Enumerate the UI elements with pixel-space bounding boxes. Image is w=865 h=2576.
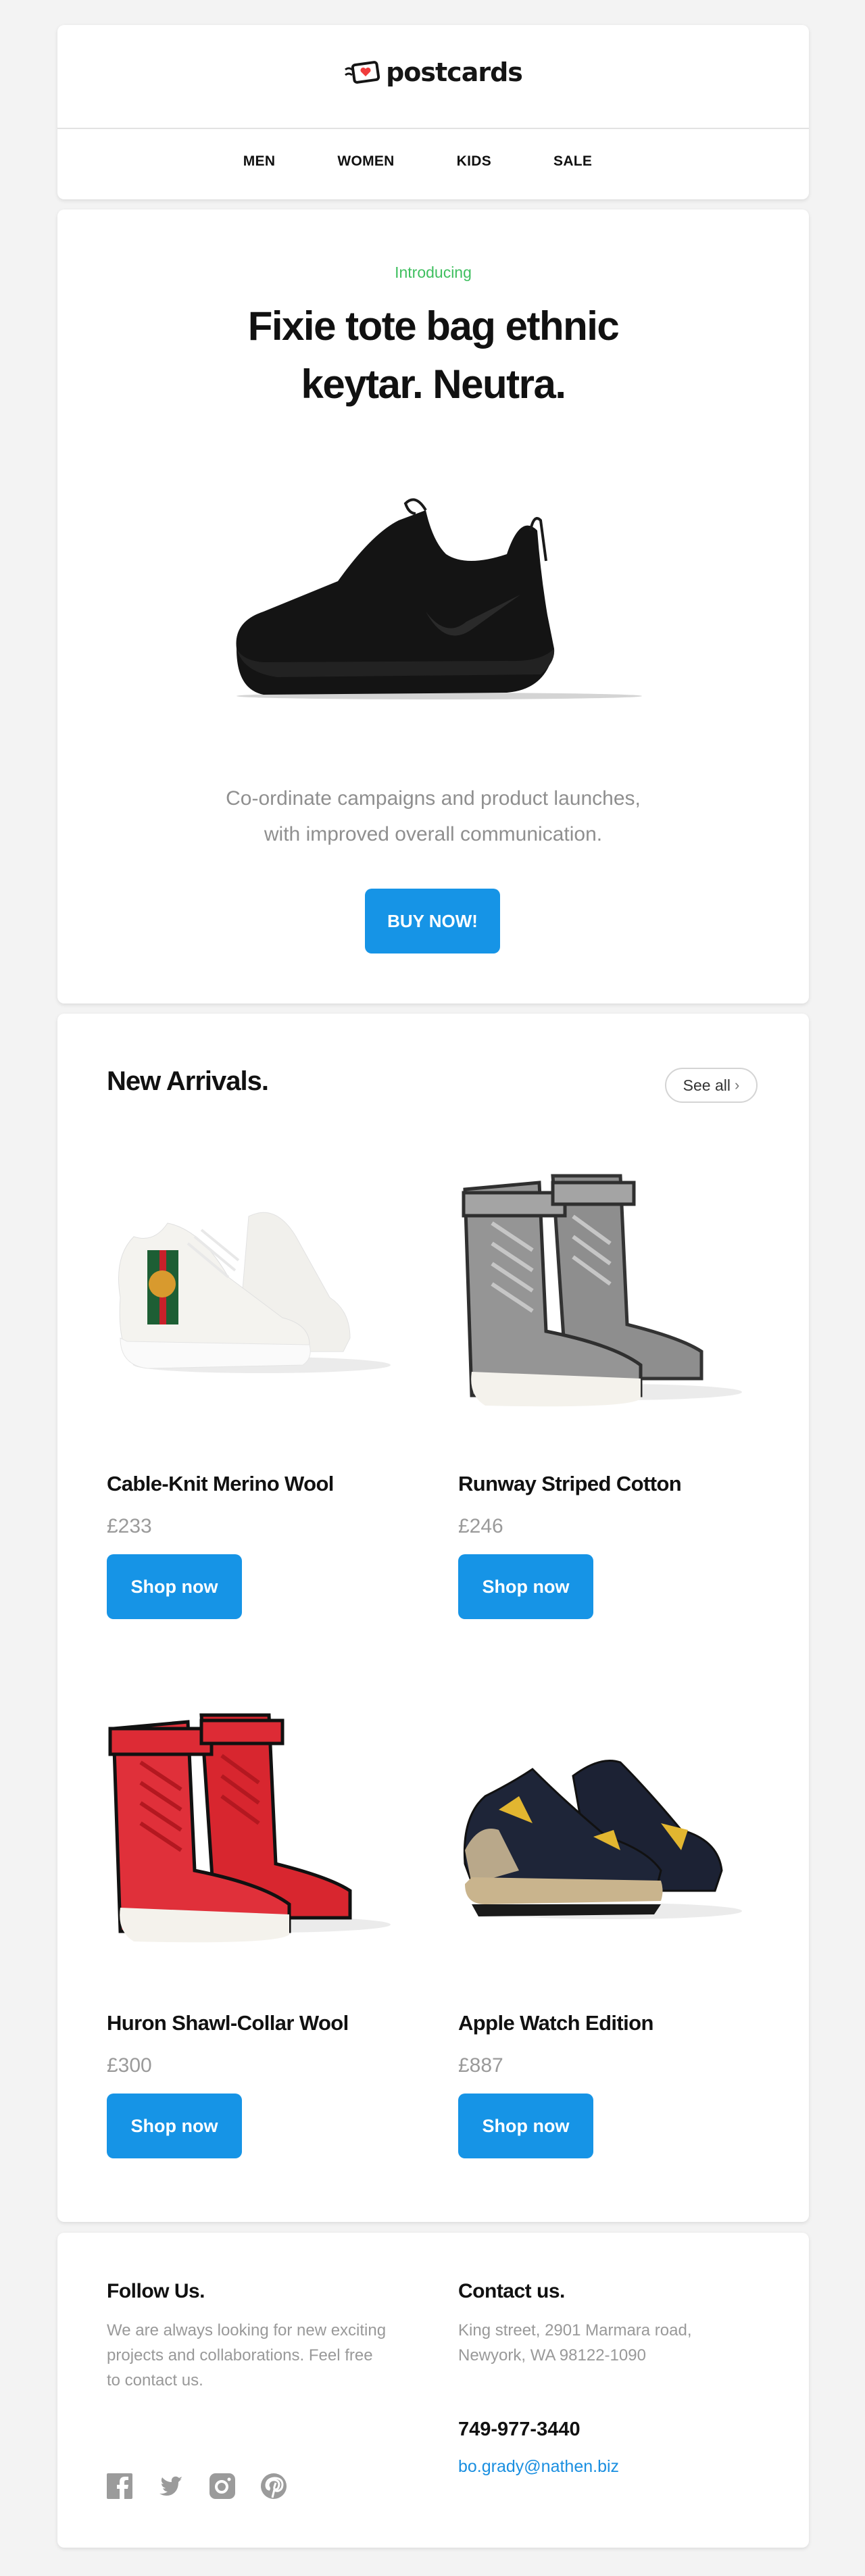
hero-title-line1: Fixie tote bag ethnic [247, 303, 620, 349]
chevron-right-icon: › [735, 1076, 740, 1093]
hero-title-line2: keytar. Neutra. [301, 362, 566, 407]
contact-phone[interactable]: 749-977-3440 [458, 2419, 580, 2441]
see-all-button[interactable]: See all › [665, 1068, 758, 1103]
hero-desc-line1: Co-ordinate campaigns and product launch… [226, 787, 641, 810]
shop-now-button[interactable]: Shop now [458, 2094, 593, 2158]
product-name[interactable]: Runway Striped Cotton [458, 1472, 682, 1496]
product-card: Runway Striped Cotton £246 Shop now [458, 1162, 749, 1649]
product-name[interactable]: Huron Shawl-Collar Wool [107, 2011, 349, 2035]
white-sneaker-image[interactable] [107, 1162, 397, 1426]
see-all-label: See all [683, 1076, 731, 1094]
product-price: £300 [107, 2054, 152, 2077]
product-price: £887 [458, 2054, 503, 2077]
brand-logo[interactable]: postcards [57, 57, 809, 87]
new-arrivals-card: New Arrivals. See all › Cable-Knit Merin… [57, 1014, 809, 2222]
product-price: £233 [107, 1515, 152, 1537]
follow-us-title: Follow Us. [107, 2280, 205, 2302]
footer-card: Follow Us. We are always looking for new… [57, 2233, 809, 2548]
contact-address: King street, 2901 Marmara road, Newyork,… [458, 2318, 769, 2368]
hero-desc-line2: with improved overall communication. [264, 823, 603, 845]
contact-section: Contact us. King street, 2901 Marmara ro… [458, 2280, 769, 2476]
buy-now-button[interactable]: BUY NOW! [365, 889, 500, 953]
product-name[interactable]: Cable-Knit Merino Wool [107, 1472, 334, 1496]
red-high-top-boot-image[interactable] [107, 1702, 397, 1965]
follow-text-line: We are always looking for new exciting [107, 2321, 387, 2339]
nav-men[interactable]: MEN [243, 153, 276, 170]
product-name[interactable]: Apple Watch Edition [458, 2011, 653, 2035]
shop-now-button[interactable]: Shop now [107, 1554, 242, 1619]
shop-now-button[interactable]: Shop now [458, 1554, 593, 1619]
black-sneaker-image [236, 498, 642, 699]
product-card: Apple Watch Edition £887 Shop now [458, 1702, 749, 2188]
nav-kids[interactable]: KIDS [457, 153, 491, 170]
nav-sale[interactable]: SALE [553, 153, 592, 170]
pinterest-icon[interactable] [261, 2473, 287, 2499]
shop-now-button[interactable]: Shop now [107, 2094, 242, 2158]
address-line: Newyork, WA 98122-1090 [458, 2346, 646, 2364]
instagram-icon[interactable] [209, 2473, 235, 2499]
brand-name: postcards [386, 57, 523, 87]
postcard-logo-icon [345, 61, 380, 84]
grey-high-top-boot-image[interactable] [458, 1162, 749, 1426]
twitter-icon[interactable] [158, 2473, 184, 2499]
main-nav: MEN WOMEN KIDS SALE [57, 153, 809, 170]
header-card: postcards MEN WOMEN KIDS SALE [57, 25, 809, 199]
product-card: Huron Shawl-Collar Wool £300 Shop now [107, 1702, 397, 2188]
nav-women[interactable]: WOMEN [337, 153, 394, 170]
hero-card: Introducing Fixie tote bag ethnic keytar… [57, 209, 809, 1004]
hero-eyebrow: Introducing [395, 264, 472, 281]
facebook-icon[interactable] [107, 2473, 132, 2499]
header-divider [57, 128, 809, 129]
product-price: £246 [458, 1515, 503, 1537]
product-card: Cable-Knit Merino Wool £233 Shop now [107, 1162, 397, 1649]
address-line: King street, 2901 Marmara road, [458, 2321, 692, 2339]
follow-text-line: to contact us. [107, 2371, 203, 2389]
contact-email[interactable]: bo.grady@nathen.biz [458, 2457, 619, 2477]
contact-us-title: Contact us. [458, 2280, 565, 2302]
follow-text-line: projects and collaborations. Feel free [107, 2346, 373, 2364]
follow-us-text: We are always looking for new exciting p… [107, 2318, 418, 2393]
hero-description: Co-ordinate campaigns and product launch… [57, 781, 809, 852]
camo-sneaker-image[interactable] [458, 1702, 749, 1965]
new-arrivals-title: New Arrivals. [107, 1066, 269, 1096]
social-links [107, 2473, 287, 2499]
follow-us-section: Follow Us. We are always looking for new… [107, 2280, 418, 2393]
hero-title: Fixie tote bag ethnic keytar. Neutra. [57, 297, 809, 414]
